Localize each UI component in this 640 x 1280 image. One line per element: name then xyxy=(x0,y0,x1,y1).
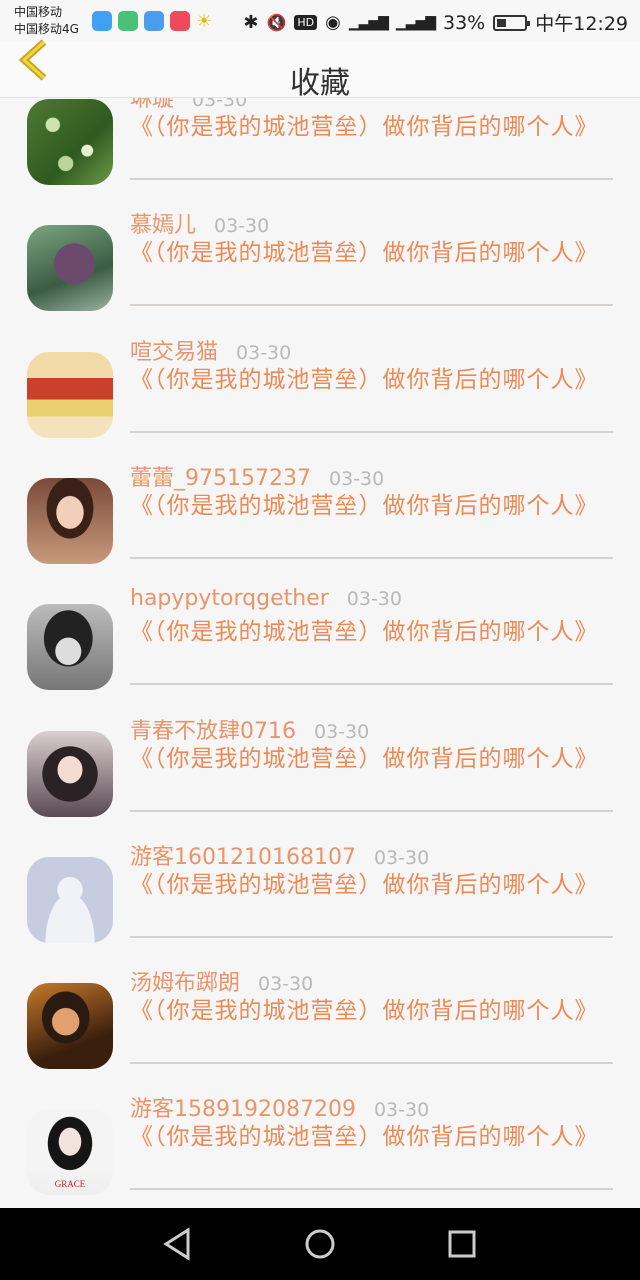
avatar[interactable]: GRACE xyxy=(27,1109,113,1196)
username[interactable]: 蕾蕾_975157237 xyxy=(130,460,311,492)
square-recents-icon xyxy=(448,1230,476,1258)
username[interactable]: 汤姆布踯朗 xyxy=(130,965,240,997)
list-item[interactable]: GRACE 游客1589192087209 03-30 《（你是我的城池营垒）做你背后… xyxy=(0,1089,640,1208)
item-header: 青春不放肆0716 03-30 xyxy=(130,713,369,745)
item-header: 喧交易猫 03-30 xyxy=(130,334,291,366)
timestamp: 03-30 xyxy=(258,973,314,996)
page-title: 收藏 xyxy=(290,66,350,101)
username[interactable]: 琳璇 xyxy=(130,98,174,113)
avatar[interactable] xyxy=(27,604,113,691)
shield-app-icon xyxy=(92,11,112,31)
divider xyxy=(130,556,613,559)
carrier-1: 中国移动 xyxy=(14,5,63,19)
lightbulb-icon: ☀ xyxy=(196,11,213,32)
eye-icon: ◉ xyxy=(325,12,341,33)
avatar[interactable] xyxy=(27,225,113,312)
item-header: 琳璇 03-30 xyxy=(130,98,247,113)
divider xyxy=(130,178,613,180)
divider xyxy=(130,430,613,433)
battery-icon xyxy=(493,14,531,31)
timestamp: 03-30 xyxy=(192,98,248,111)
list-item[interactable]: 慕嫣儿 03-30 《（你是我的城池营垒）做你背后的哪个人》 xyxy=(0,205,640,331)
list-item[interactable]: 琳璇 03-30 《（你是我的城池营垒）做你背后的哪个人》 xyxy=(0,98,640,205)
avatar[interactable] xyxy=(27,477,113,564)
video-app-icon xyxy=(170,11,190,31)
list-item[interactable]: 喧交易猫 03-30 《（你是我的城池营垒）做你背后的哪个人》 xyxy=(0,332,640,458)
item-header: 慕嫣儿 03-30 xyxy=(130,207,269,239)
triangle-back-icon xyxy=(163,1227,190,1261)
item-title-link[interactable]: 《（你是我的城池营垒）做你背后的哪个人》 xyxy=(130,492,598,521)
divider xyxy=(130,809,613,812)
username[interactable]: 游客1601210168107 xyxy=(130,839,356,871)
item-title-link[interactable]: 《（你是我的城池营垒）做你背后的哪个人》 xyxy=(130,618,598,647)
item-title-link[interactable]: 《（你是我的城池营垒）做你背后的哪个人》 xyxy=(130,871,598,900)
timestamp: 03-30 xyxy=(373,846,430,869)
nav-header: 收藏 xyxy=(0,39,640,101)
list-item[interactable]: 汤姆布踯朗 03-30 《（你是我的城池营垒）做你背后的哪个人》 xyxy=(0,963,640,1089)
username[interactable]: 喧交易猫 xyxy=(130,334,218,366)
avatar[interactable] xyxy=(27,99,113,185)
divider xyxy=(130,683,613,686)
circle-home-icon xyxy=(305,1229,335,1259)
username[interactable]: 游客1589192087209 xyxy=(130,1091,356,1123)
status-bar: 中国移动 中国移动4G ☀ ✱ 🔇 HD ◉ ▁▃▅▇ ▁▃▅▇ 33% 中午1… xyxy=(0,0,640,42)
divider xyxy=(130,304,613,307)
favorites-list: 琳璇 03-30 《（你是我的城池营垒）做你背后的哪个人》 慕嫣儿 03-30 《（你是我… xyxy=(0,98,640,1208)
item-header: 游客1589192087209 03-30 xyxy=(130,1091,429,1123)
username[interactable]: hapypytorqgether xyxy=(130,586,329,611)
carrier-2: 中国移动4G xyxy=(14,22,79,36)
username[interactable]: 青春不放肆0716 xyxy=(130,713,296,745)
timestamp: 03-30 xyxy=(346,588,402,611)
item-title-link[interactable]: 《（你是我的城池营垒）做你背后的哪个人》 xyxy=(130,745,598,774)
wifi-app-icon xyxy=(144,11,164,31)
item-header: 游客1601210168107 03-30 xyxy=(130,839,429,871)
divider xyxy=(130,1062,613,1065)
clock: 中午12:29 xyxy=(535,13,628,35)
item-header: hapypytorqgether 03-30 xyxy=(130,586,402,611)
chat-app-icon xyxy=(118,11,138,31)
item-title-link[interactable]: 《（你是我的城池营垒）做你背后的哪个人》 xyxy=(130,1123,598,1152)
item-title-link[interactable]: 《（你是我的城池营垒）做你背后的哪个人》 xyxy=(130,239,598,268)
timestamp: 03-30 xyxy=(373,1099,430,1122)
mute-icon: 🔇 xyxy=(266,13,287,32)
signal-icon: ▁▃▅▇ xyxy=(348,14,389,31)
avatar[interactable] xyxy=(27,983,113,1070)
battery-percent: 33% xyxy=(443,11,486,34)
list-item[interactable]: hapypytorqgether 03-30 《（你是我的城池营垒）做你背后的哪个人… xyxy=(0,584,640,710)
list-item[interactable]: 蕾蕾_975157237 03-30 《（你是我的城池营垒）做你背后的哪个人》 xyxy=(0,458,640,584)
avatar[interactable] xyxy=(27,856,113,943)
item-title-link[interactable]: 《（你是我的城池营垒）做你背后的哪个人》 xyxy=(130,997,598,1026)
username[interactable]: 慕嫣儿 xyxy=(130,207,196,239)
item-title-link[interactable]: 《（你是我的城池营垒）做你背后的哪个人》 xyxy=(130,113,598,142)
avatar[interactable] xyxy=(27,351,113,438)
nav-recents-button[interactable] xyxy=(444,1226,480,1262)
nav-back-button[interactable] xyxy=(160,1226,196,1262)
bluetooth-icon: ✱ xyxy=(243,12,259,33)
avatar[interactable] xyxy=(27,730,113,817)
item-header: 汤姆布踯朗 03-30 xyxy=(130,965,313,997)
avatar-caption: GRACE xyxy=(54,1179,86,1190)
list-item[interactable]: 游客1601210168107 03-30 《（你是我的城池营垒）做你背后的哪个人》 xyxy=(0,837,640,963)
battery-fill xyxy=(497,18,506,27)
signal-4g-icon: ▁▃▅▇ xyxy=(395,14,436,31)
list-item[interactable]: 青春不放肆0716 03-30 《（你是我的城池营垒）做你背后的哪个人》 xyxy=(0,711,640,837)
timestamp: 03-30 xyxy=(328,467,385,490)
nav-home-button[interactable] xyxy=(302,1226,338,1262)
status-right: ✱ 🔇 HD ◉ ▁▃▅▇ ▁▃▅▇ 33% 中午12:29 xyxy=(243,9,628,36)
divider xyxy=(130,935,613,938)
timestamp: 03-30 xyxy=(214,215,270,238)
hd-icon: HD xyxy=(294,15,318,30)
carrier-info: 中国移动 中国移动4G xyxy=(14,4,79,38)
timestamp: 03-30 xyxy=(314,720,370,743)
notification-icons: ☀ xyxy=(92,11,212,32)
divider xyxy=(130,1188,613,1191)
item-header: 蕾蕾_975157237 03-30 xyxy=(130,460,384,492)
item-title-link[interactable]: 《（你是我的城池营垒）做你背后的哪个人》 xyxy=(130,366,598,395)
system-navigation-bar xyxy=(0,1208,640,1280)
timestamp: 03-30 xyxy=(236,341,292,364)
